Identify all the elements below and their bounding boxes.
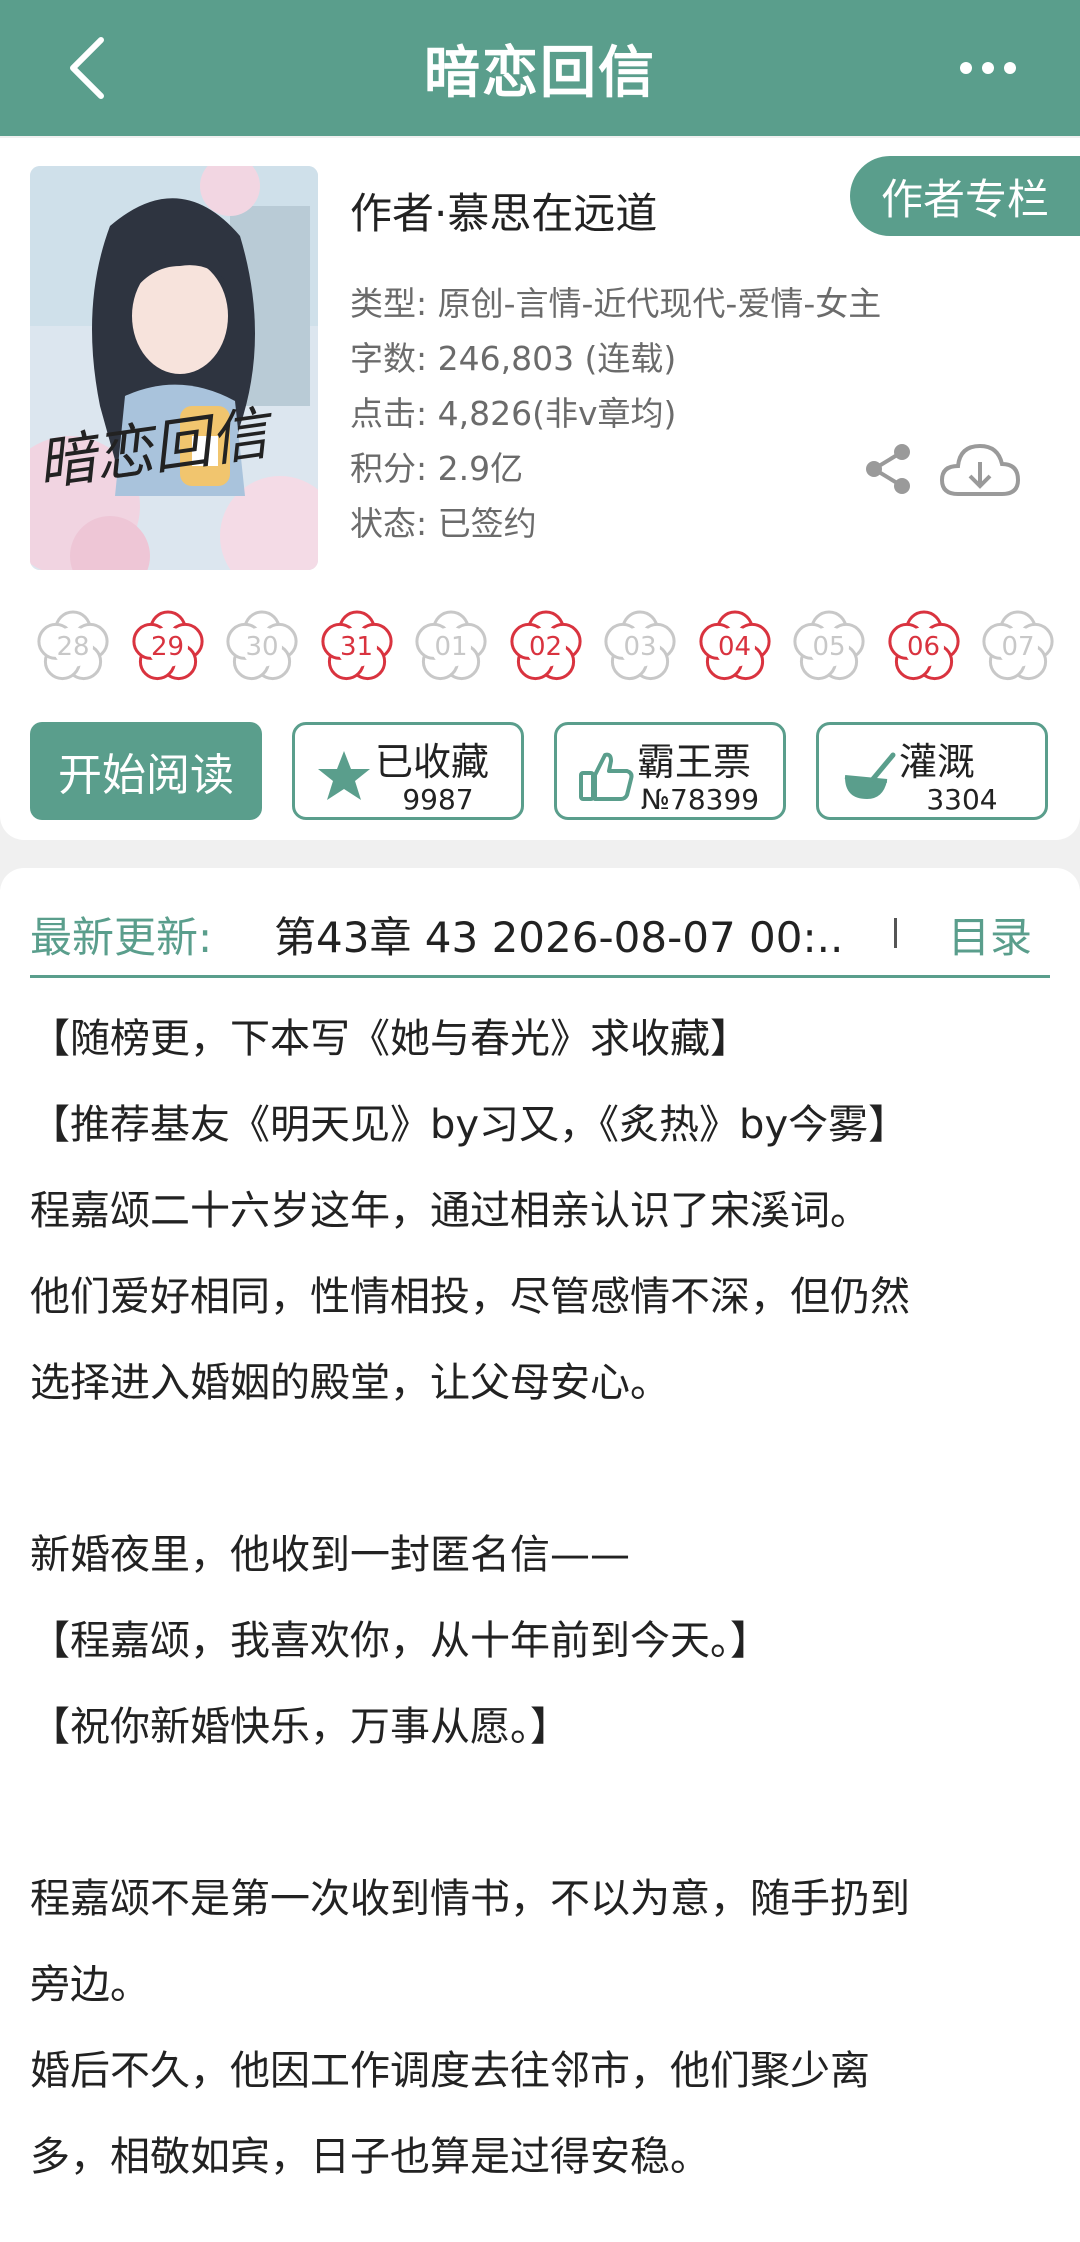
calendar-day[interactable]: 03 xyxy=(601,608,679,686)
summary-line: 程嘉颂二十六岁这年，通过相亲认识了宋溪词。 xyxy=(30,1188,870,1234)
calendar-day[interactable]: 01 xyxy=(412,608,490,686)
book-summary: 【随榜更，下本写《她与春光》求收藏】 【推荐基友《明天见》by习又，《炙热》by… xyxy=(30,996,1054,2200)
favorite-button[interactable]: 已收藏 9987 xyxy=(292,722,524,820)
book-info-card: 暗恋回信 作者·慕思在远道 作者专栏 类型: 原创-言情-近代现代-爱情-女主 … xyxy=(0,138,1080,840)
calendar-day-number: 31 xyxy=(339,632,374,662)
calendar-day-number: 01 xyxy=(434,632,468,662)
calendar-day-number: 30 xyxy=(245,632,279,662)
start-reading-button[interactable]: 开始阅读 xyxy=(30,722,262,820)
page-title: 暗恋回信 xyxy=(424,40,656,106)
cover-illustration xyxy=(30,166,318,570)
summary-line: 旁边。 xyxy=(30,1962,150,2008)
calendar-day[interactable]: 04 xyxy=(696,608,774,686)
share-icon[interactable] xyxy=(862,442,916,496)
summary-line: 【随榜更，下本写《她与春光》求收藏】 xyxy=(30,1016,750,1062)
ticket-button[interactable]: 霸王票 №78399 xyxy=(554,722,786,820)
summary-line: 他们爱好相同，性情相投，尽管感情不深，但仍然 xyxy=(30,1274,910,1320)
summary-blank-line xyxy=(30,1426,1054,1512)
more-dot-icon xyxy=(982,62,994,74)
nutrient-count: 3304 xyxy=(926,783,998,816)
summary-line: 【祝你新婚快乐，万事从愿。】 xyxy=(30,1704,570,1750)
summary-line: 多，相敬如宾，日子也算是过得安稳。 xyxy=(30,2134,710,2180)
summary-line: 【程嘉颂，我喜欢你，从十年前到今天。】 xyxy=(30,1618,770,1664)
flask-icon xyxy=(844,752,896,799)
calendar-day[interactable]: 30 xyxy=(223,608,301,686)
back-button[interactable] xyxy=(52,28,122,108)
calendar-day[interactable]: 28 xyxy=(34,608,112,686)
cloud-download-icon[interactable] xyxy=(938,438,1022,502)
ticket-count: №78399 xyxy=(640,783,760,816)
meta-status: 状态: 已签约 xyxy=(350,504,537,543)
summary-line: 婚后不久，他因工作调度去往邻市，他们聚少离 xyxy=(30,2048,870,2094)
meta-word-count: 字数: 246,803 (连载) xyxy=(350,339,677,378)
thumbs-up-icon xyxy=(579,752,634,801)
meta-genre: 类型: 原创-言情-近代现代-爱情-女主 xyxy=(350,284,882,323)
update-calendar: 28 29 30 31 01 02 03 04 05 06 07 xyxy=(34,608,1054,688)
meta-points: 积分: 2.9亿 xyxy=(350,449,524,488)
calendar-day[interactable]: 07 xyxy=(979,608,1054,686)
meta-clicks: 点击: 4,826(非v章均) xyxy=(350,394,677,433)
calendar-day[interactable]: 05 xyxy=(790,608,868,686)
calendar-day-number: 05 xyxy=(812,632,846,662)
calendar-day-number: 03 xyxy=(623,632,657,662)
summary-line: 新婚夜里，他收到一封匿名信—— xyxy=(30,1532,630,1578)
action-row: 开始阅读 已收藏 9987 霸王票 №78399 灌溉 3304 xyxy=(30,722,1050,820)
latest-update-label: 最新更新: xyxy=(30,913,213,962)
book-cover[interactable]: 暗恋回信 xyxy=(30,166,318,570)
calendar-day[interactable]: 06 xyxy=(885,608,963,686)
calendar-day[interactable]: 02 xyxy=(507,608,585,686)
nutrient-button[interactable]: 灌溉 3304 xyxy=(816,722,1048,820)
calendar-day-number: 28 xyxy=(56,632,90,662)
more-dot-icon xyxy=(960,62,972,74)
top-bar: 暗恋回信 xyxy=(0,0,1080,136)
calendar-day[interactable]: 31 xyxy=(318,608,396,686)
table-of-contents-link[interactable]: 目录 xyxy=(948,904,1032,965)
calendar-day[interactable]: 29 xyxy=(129,608,207,686)
divider xyxy=(894,918,897,948)
intro-card: 最新更新: 第43章 43 2026-08-07 00:.. 目录 【随榜更，下… xyxy=(0,868,1080,2242)
summary-line: 选择进入婚姻的殿堂，让父母安心。 xyxy=(30,1360,670,1406)
summary-line: 【推荐基友《明天见》by习又，《炙热》by今雾】 xyxy=(30,1102,909,1148)
calendar-day-number: 04 xyxy=(717,632,752,662)
latest-chapter-link[interactable]: 第43章 43 2026-08-07 00:.. xyxy=(274,904,843,965)
nutrient-label: 灌溉 xyxy=(899,740,976,784)
calendar-day-number: 06 xyxy=(906,632,941,662)
more-dot-icon xyxy=(1004,62,1016,74)
calendar-day-number: 02 xyxy=(528,632,563,662)
calendar-day-number: 07 xyxy=(1001,632,1035,662)
ticket-label: 霸王票 xyxy=(637,740,752,784)
calendar-day-number: 29 xyxy=(150,632,185,662)
favorite-count: 9987 xyxy=(402,783,474,816)
more-button[interactable] xyxy=(948,40,1028,96)
star-icon xyxy=(318,751,370,800)
book-meta: 类型: 原创-言情-近代现代-爱情-女主 字数: 246,803 (连载) 点击… xyxy=(350,276,881,551)
summary-blank-line xyxy=(30,1770,1054,1856)
summary-line: 程嘉颂不是第一次收到情书，不以为意，随手扔到 xyxy=(30,1876,910,1922)
author-column-button[interactable]: 作者专栏 xyxy=(850,156,1080,236)
chevron-left-icon xyxy=(70,37,104,99)
latest-update-row[interactable]: 最新更新: 第43章 43 2026-08-07 00:.. 目录 xyxy=(30,896,1050,978)
author-name[interactable]: 作者·慕思在远道 xyxy=(350,180,657,241)
favorite-label: 已收藏 xyxy=(375,740,490,784)
